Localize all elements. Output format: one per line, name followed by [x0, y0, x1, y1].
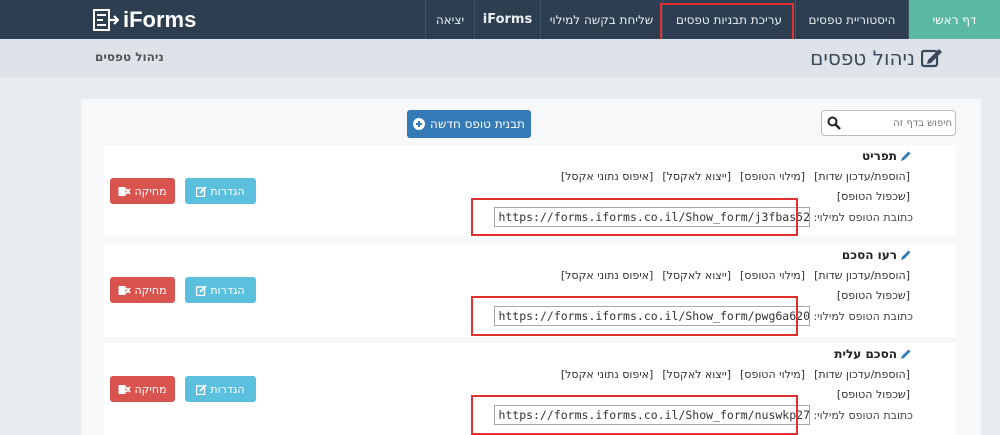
edit-icon	[196, 284, 208, 296]
new-template-button[interactable]: תבנית טופס חדשה	[407, 110, 531, 138]
edit-icon	[196, 383, 208, 395]
form-title[interactable]: הסכם עלית	[834, 347, 912, 361]
settings-label: הגדרות	[210, 283, 245, 297]
link-duplicate-form[interactable]: [שכפול הטופס]	[837, 388, 910, 401]
link-fill-form[interactable]: [מילוי הטופס]	[740, 368, 805, 381]
link-export-excel[interactable]: [ייצוא לאקסל]	[662, 170, 731, 183]
form-url-label: כתובת הטופס למילוי:	[813, 210, 913, 224]
link-export-excel[interactable]: [ייצוא לאקסל]	[662, 269, 731, 282]
link-add-fields[interactable]: [הוספת/עדכון שדות]	[814, 170, 910, 183]
link-duplicate-form[interactable]: [שכפול הטופס]	[837, 190, 910, 203]
link-duplicate-form[interactable]: [שכפול הטופס]	[837, 289, 910, 302]
delete-icon	[118, 384, 132, 394]
link-reset-excel[interactable]: [איפוס נתוני אקסל]	[561, 368, 653, 381]
link-fill-form[interactable]: [מילוי הטופס]	[740, 170, 805, 183]
delete-button[interactable]: מחיקה	[110, 178, 175, 204]
page-title-text: ניהול טפסים	[810, 46, 915, 70]
settings-label: הגדרות	[210, 184, 245, 198]
settings-button[interactable]: הגדרות	[185, 277, 256, 303]
pencil-icon	[901, 151, 911, 161]
settings-button[interactable]: הגדרות	[185, 178, 256, 204]
pencil-icon	[901, 349, 911, 359]
link-export-excel[interactable]: [ייצוא לאקסל]	[662, 368, 731, 381]
search-icon[interactable]	[827, 116, 841, 130]
breadcrumb: ניהול טפסים	[95, 50, 164, 64]
form-url-label: כתובת הטופס למילוי:	[813, 309, 913, 323]
pencil-icon	[901, 250, 911, 260]
edit-icon	[196, 185, 208, 197]
settings-button[interactable]: הגדרות	[185, 376, 256, 402]
highlight-url-2	[471, 296, 798, 336]
logo[interactable]: iForms	[93, 7, 196, 33]
nav-forms-history[interactable]: היסטוריית טפסים	[795, 0, 908, 39]
delete-label: מחיקה	[134, 184, 167, 198]
form-title-text: הסכם עלית	[834, 347, 897, 361]
delete-icon	[118, 186, 132, 196]
form-title-text: תפריט	[862, 149, 897, 163]
nav-logout[interactable]: יציאה	[425, 0, 474, 39]
edit-icon	[921, 49, 942, 68]
form-title[interactable]: תפריט	[862, 149, 912, 163]
delete-label: מחיקה	[134, 283, 167, 297]
settings-label: הגדרות	[210, 382, 245, 396]
form-title-text: רעו הסכם	[841, 248, 897, 262]
link-add-fields[interactable]: [הוספת/עדכון שדות]	[814, 368, 910, 381]
search-input[interactable]	[844, 115, 952, 131]
search-box	[821, 110, 956, 136]
link-fill-form[interactable]: [מילוי הטופס]	[740, 269, 805, 282]
delete-button[interactable]: מחיקה	[110, 376, 175, 402]
link-reset-excel[interactable]: [איפוס נתוני אקסל]	[561, 269, 653, 282]
form-title[interactable]: רעו הסכם	[842, 248, 912, 262]
logo-text: iForms	[123, 7, 197, 32]
nav-iforms[interactable]: iForms	[474, 0, 540, 39]
new-template-label: תבנית טופס חדשה	[430, 117, 525, 131]
plus-circle-icon	[413, 118, 426, 130]
form-url-label: כתובת הטופס למילוי:	[813, 408, 913, 422]
top-navbar: iForms דף ראשי היסטוריית טפסים עריכת תבנ…	[0, 0, 1000, 39]
delete-icon	[118, 285, 132, 295]
form-logo-icon	[93, 9, 119, 31]
nav-home[interactable]: דף ראשי	[908, 0, 1000, 39]
page-title: ניהול טפסים	[810, 46, 943, 70]
delete-button[interactable]: מחיקה	[110, 277, 175, 303]
link-add-fields[interactable]: [הוספת/עדכון שדות]	[814, 269, 910, 282]
highlight-url-3	[471, 395, 798, 435]
highlight-url-1	[471, 198, 798, 236]
delete-label: מחיקה	[134, 382, 167, 396]
link-reset-excel[interactable]: [איפוס נתוני אקסל]	[561, 170, 653, 183]
nav-send-fill-request[interactable]: שליחת בקשה למילוי	[540, 0, 662, 39]
